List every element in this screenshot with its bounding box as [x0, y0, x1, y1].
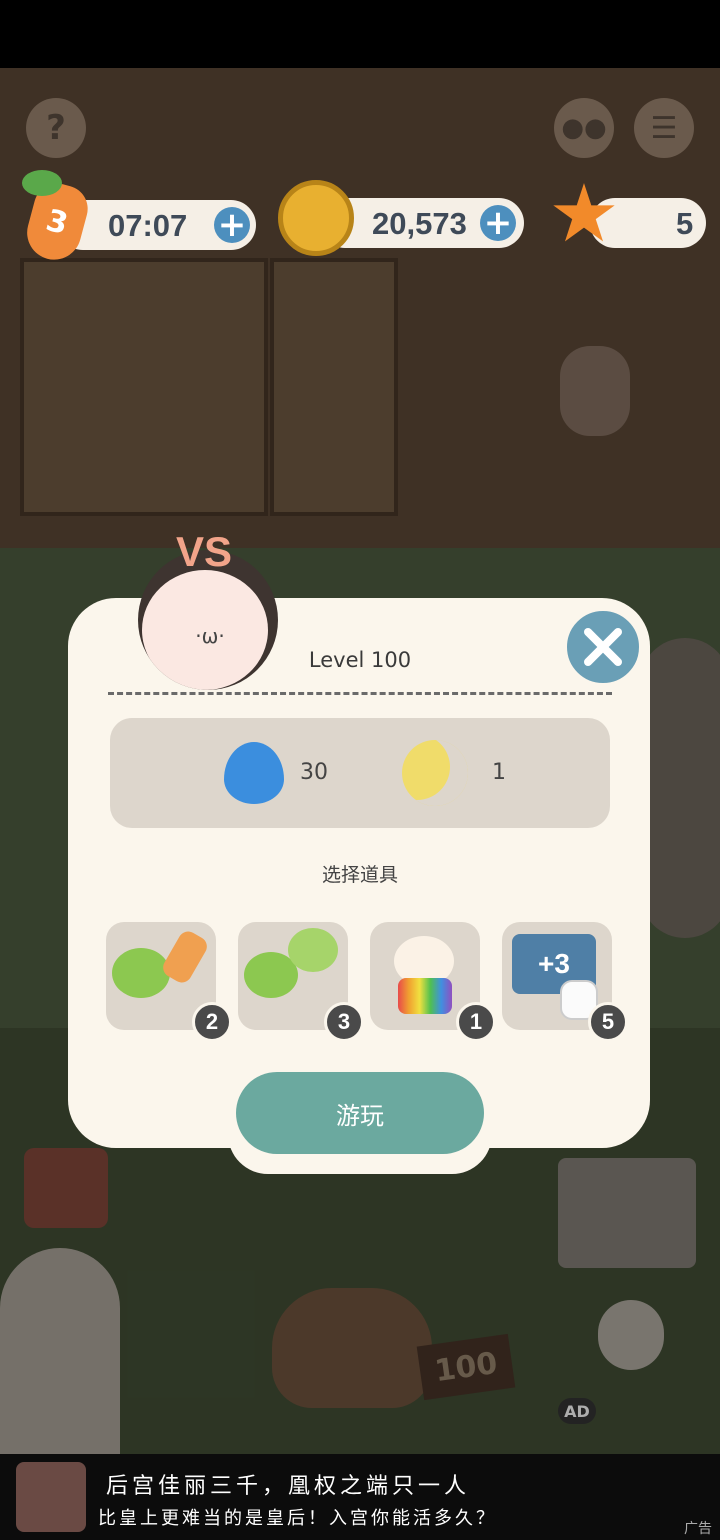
question-icon: ? — [46, 108, 66, 148]
vs-label: VS — [176, 528, 233, 575]
ad-line-1: 后宫佳丽三千，凰权之端只一人 — [106, 1474, 471, 1499]
help-button[interactable]: ? — [26, 98, 86, 158]
ad-game-thumbnail[interactable] — [16, 1462, 86, 1532]
rewards-panel: 30 1 — [110, 718, 610, 828]
menu-button[interactable]: ☰ — [634, 98, 694, 158]
water-drop-icon — [224, 742, 284, 804]
reward-water-value: 30 — [300, 760, 328, 785]
level-title: Level 100 — [308, 648, 412, 672]
add-lives-button[interactable]: + — [214, 207, 250, 243]
reward-moon-value: 1 — [492, 760, 506, 785]
booster-2-count: 3 — [324, 1002, 364, 1042]
cat-face-icon: ·ω· — [195, 624, 225, 648]
lives-count: 3 — [42, 202, 72, 242]
cabbage-carrot-booster-icon — [112, 948, 170, 998]
status-bar — [0, 0, 720, 68]
moon-icon — [402, 740, 468, 806]
menu-icon: ☰ — [650, 110, 678, 146]
select-items-label: 选择道具 — [321, 864, 398, 886]
stars-value: 5 — [676, 206, 694, 241]
booster-4-count: 5 — [588, 1002, 628, 1042]
chat-icon: ●● — [561, 113, 607, 143]
booster-3-count: 1 — [456, 1002, 496, 1042]
ad-label: 广告 — [684, 1521, 712, 1537]
ad-banner[interactable]: 后宫佳丽三千，凰权之端只一人 比皇上更难当的是皇后！入宫你能活多久？ 广告 — [0, 1454, 720, 1540]
booster-1-count: 2 — [192, 1002, 232, 1042]
lives-timer: 07:07 — [108, 208, 188, 243]
ad-line-2: 比皇上更难当的是皇后！入宫你能活多久？ — [98, 1508, 497, 1529]
close-icon — [584, 628, 622, 666]
dialog-divider — [108, 692, 612, 695]
star-icon: ★ — [548, 167, 620, 260]
carrot-leaf — [22, 170, 62, 196]
coins-value: 20,573 — [372, 206, 467, 241]
close-button[interactable] — [562, 606, 644, 688]
coin-icon — [278, 180, 354, 256]
play-button[interactable]: 游玩 — [236, 1072, 484, 1154]
add-coins-button[interactable]: + — [480, 205, 516, 241]
chat-button[interactable]: ●● — [554, 98, 614, 158]
